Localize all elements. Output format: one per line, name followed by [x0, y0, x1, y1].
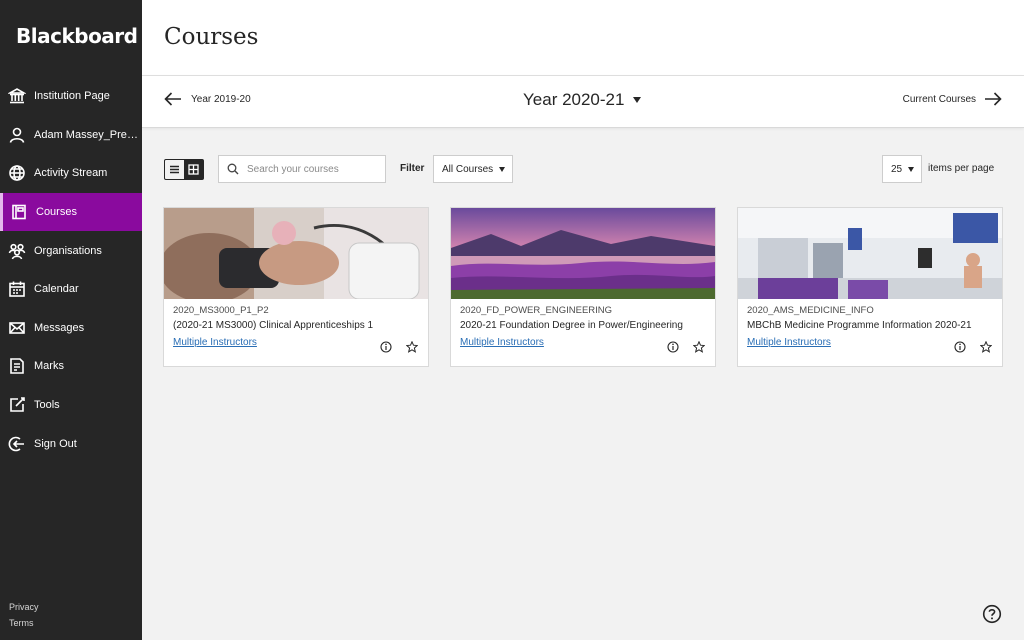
courses-icon	[9, 202, 29, 222]
blackboard-logo[interactable]: Blackboard	[16, 24, 138, 48]
previous-year-label: Year 2019-20	[191, 93, 251, 105]
course-name[interactable]: (2020-21 MS3000) Clinical Apprenticeship…	[173, 320, 419, 337]
arrow-left-icon	[164, 92, 181, 106]
course-card[interactable]: 2020_MS3000_P1_P2 (2020-21 MS3000) Clini…	[163, 207, 429, 367]
sign-out-icon	[7, 434, 27, 454]
course-name[interactable]: 2020-21 Foundation Degree in Power/Engin…	[460, 320, 706, 337]
terms-link[interactable]: Terms	[9, 618, 39, 634]
page-header: Courses	[142, 0, 1024, 76]
star-icon[interactable]	[980, 341, 992, 353]
grid-icon	[188, 164, 199, 175]
filter-value: All Courses	[442, 163, 494, 175]
info-icon[interactable]	[380, 341, 392, 353]
course-card[interactable]: 2020_AMS_MEDICINE_INFO MBChB Medicine Pr…	[737, 207, 1003, 367]
course-card[interactable]: 2020_FD_POWER_ENGINEERING 2020-21 Founda…	[450, 207, 716, 367]
institution-icon	[7, 86, 27, 106]
course-image-skills-centre	[738, 208, 1002, 299]
sidebar-item-label: Marks	[34, 360, 64, 373]
sidebar-item-label: Activity Stream	[34, 167, 108, 180]
sidebar: Blackboard Institution Page Adam Massey_…	[0, 0, 142, 640]
globe-icon	[7, 163, 27, 183]
filter-label: Filter	[400, 163, 425, 174]
sidebar-item-label: Tools	[34, 399, 60, 412]
info-icon[interactable]	[954, 341, 966, 353]
sidebar-item-activity-stream[interactable]: Activity Stream	[0, 154, 142, 193]
per-page-value: 25	[891, 163, 903, 175]
page-title: Courses	[164, 24, 259, 50]
sidebar-item-messages[interactable]: Messages	[0, 309, 142, 348]
sidebar-item-profile[interactable]: Adam Massey_Previ...	[0, 116, 142, 155]
previous-year-button[interactable]: Year 2019-20	[164, 92, 251, 106]
calendar-icon	[7, 279, 27, 299]
current-courses-label: Current Courses	[902, 93, 976, 105]
course-code: 2020_AMS_MEDICINE_INFO	[747, 305, 874, 316]
sidebar-item-sign-out[interactable]: Sign Out	[0, 424, 142, 463]
star-icon[interactable]	[406, 341, 418, 353]
star-icon[interactable]	[693, 341, 705, 353]
sidebar-item-marks[interactable]: Marks	[0, 347, 142, 386]
term-navigation: Year 2019-20 Year 2020-21 Current Course…	[142, 76, 1024, 128]
arrow-right-icon	[985, 92, 1002, 106]
course-name[interactable]: MBChB Medicine Programme Information 202…	[747, 320, 993, 337]
info-icon[interactable]	[667, 341, 679, 353]
sidebar-nav: Institution Page Adam Massey_Previ... Ac…	[0, 77, 142, 463]
course-image-lake	[451, 208, 715, 299]
sidebar-item-label: Organisations	[34, 244, 102, 257]
course-grid: 2020_MS3000_P1_P2 (2020-21 MS3000) Clini…	[163, 207, 1003, 367]
course-image-clinical	[164, 208, 428, 299]
search-input[interactable]	[247, 163, 377, 175]
messages-icon	[7, 318, 27, 338]
sidebar-item-courses[interactable]: Courses	[0, 192, 142, 232]
caret-down-icon	[633, 97, 642, 103]
sidebar-item-organisations[interactable]: Organisations	[0, 231, 142, 270]
per-page-label: items per page	[928, 163, 995, 174]
sidebar-footer: Privacy Terms	[9, 602, 39, 634]
user-icon	[7, 125, 27, 145]
grid-view-button[interactable]	[184, 160, 203, 179]
year-selector[interactable]: Year 2020-21	[523, 90, 642, 110]
tools-icon	[7, 395, 27, 415]
course-search	[218, 155, 386, 183]
help-icon	[982, 604, 1002, 624]
help-button[interactable]	[982, 604, 1002, 624]
organisations-icon	[7, 241, 27, 261]
search-icon	[227, 163, 239, 175]
caret-down-icon	[499, 166, 506, 172]
sidebar-item-label: Institution Page	[34, 90, 110, 103]
sidebar-item-label: Courses	[36, 206, 77, 219]
course-toolbar: Filter All Courses 25 items per page	[164, 155, 1004, 183]
sidebar-item-label: Calendar	[34, 283, 79, 296]
main-content: Courses Year 2019-20 Year 2020-21 Curren…	[142, 0, 1024, 640]
sidebar-item-label: Sign Out	[34, 437, 77, 450]
sidebar-item-calendar[interactable]: Calendar	[0, 270, 142, 309]
current-year-label: Year 2020-21	[523, 90, 625, 109]
course-code: 2020_FD_POWER_ENGINEERING	[460, 305, 613, 316]
sidebar-item-institution-page[interactable]: Institution Page	[0, 77, 142, 116]
sidebar-item-tools[interactable]: Tools	[0, 386, 142, 425]
privacy-link[interactable]: Privacy	[9, 602, 39, 618]
marks-icon	[7, 356, 27, 376]
sidebar-item-label: Adam Massey_Previ...	[34, 128, 142, 141]
list-view-button[interactable]	[165, 160, 184, 179]
current-courses-button[interactable]: Current Courses	[903, 92, 1002, 106]
caret-down-icon	[908, 166, 915, 172]
sidebar-item-label: Messages	[34, 321, 85, 334]
course-code: 2020_MS3000_P1_P2	[173, 305, 269, 316]
view-toggle	[164, 159, 204, 180]
items-per-page-dropdown[interactable]: 25	[882, 155, 922, 183]
list-icon	[170, 165, 179, 174]
filter-dropdown[interactable]: All Courses	[433, 155, 513, 183]
